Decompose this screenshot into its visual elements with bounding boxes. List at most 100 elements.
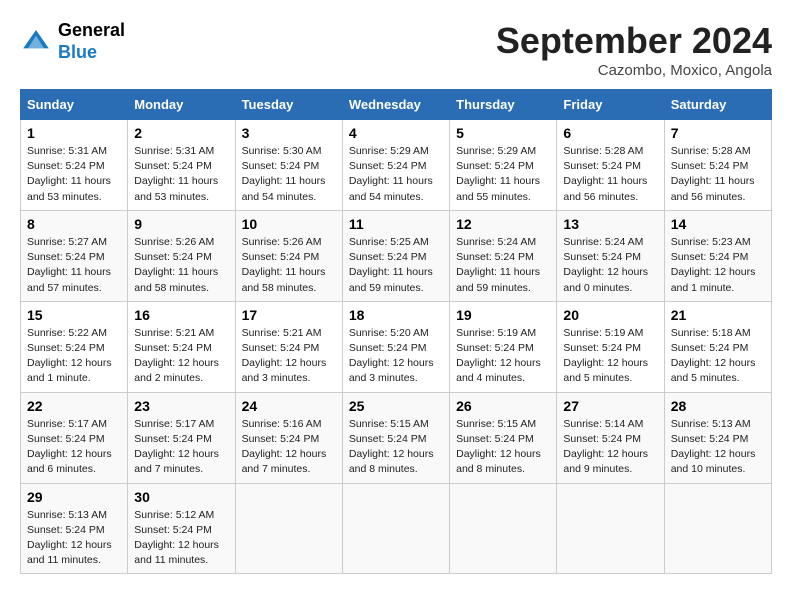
col-header-tuesday: Tuesday: [235, 90, 342, 120]
day-number: 18: [349, 307, 443, 323]
day-cell: 9Sunrise: 5:26 AM Sunset: 5:24 PM Daylig…: [128, 210, 235, 301]
logo-icon: [20, 26, 52, 58]
day-info: Sunrise: 5:13 AM Sunset: 5:24 PM Dayligh…: [671, 417, 765, 478]
day-cell: 5Sunrise: 5:29 AM Sunset: 5:24 PM Daylig…: [450, 120, 557, 211]
day-cell: 29 Sunrise: 5:13 AM Sunset: 5:24 PM Dayli…: [21, 483, 128, 574]
day-number: 17: [242, 307, 336, 323]
day-info: Sunrise: 5:17 AM Sunset: 5:24 PM Dayligh…: [134, 417, 228, 478]
col-header-sunday: Sunday: [21, 90, 128, 120]
day-cell: [557, 483, 664, 574]
day-number: 13: [563, 216, 657, 232]
day-info: Sunrise: 5:15 AM Sunset: 5:24 PM Dayligh…: [456, 417, 550, 478]
day-cell: 18 Sunrise: 5:20 AM Sunset: 5:24 PM Dayli…: [342, 301, 449, 392]
day-info: Sunrise: 5:20 AM Sunset: 5:24 PM Dayligh…: [349, 326, 443, 387]
day-cell: 26Sunrise: 5:15 AM Sunset: 5:24 PM Dayli…: [450, 392, 557, 483]
day-info: Sunrise: 5:30 AM Sunset: 5:24 PM Dayligh…: [242, 144, 336, 205]
day-info: Sunrise: 5:16 AM Sunset: 5:24 PM Dayligh…: [242, 417, 336, 478]
day-info: Sunrise: 5:15 AM Sunset: 5:24 PM Dayligh…: [349, 417, 443, 478]
month-title: September 2024: [496, 20, 772, 62]
day-cell: 12Sunrise: 5:24 AM Sunset: 5:24 PM Dayli…: [450, 210, 557, 301]
day-number: 23: [134, 398, 228, 414]
day-cell: 24 Sunrise: 5:16 AM Sunset: 5:24 PM Dayli…: [235, 392, 342, 483]
day-number: 27: [563, 398, 657, 414]
day-number: 25: [349, 398, 443, 414]
col-header-thursday: Thursday: [450, 90, 557, 120]
day-number: 8: [27, 216, 121, 232]
day-cell: [342, 483, 449, 574]
day-number: 22: [27, 398, 121, 414]
day-cell: 7Sunrise: 5:28 AM Sunset: 5:24 PM Daylig…: [664, 120, 771, 211]
week-row-3: 15 Sunrise: 5:22 AM Sunset: 5:24 PM Dayli…: [21, 301, 772, 392]
day-number: 6: [563, 125, 657, 141]
day-cell: 22 Sunrise: 5:17 AM Sunset: 5:24 PM Dayli…: [21, 392, 128, 483]
day-cell: 16Sunrise: 5:21 AM Sunset: 5:24 PM Dayli…: [128, 301, 235, 392]
day-cell: 30Sunrise: 5:12 AM Sunset: 5:24 PM Dayli…: [128, 483, 235, 574]
day-number: 1: [27, 125, 121, 141]
page-header: General Blue September 2024 Cazombo, Mox…: [20, 20, 772, 79]
logo-text: General Blue: [58, 20, 125, 63]
day-info: Sunrise: 5:19 AM Sunset: 5:24 PM Dayligh…: [563, 326, 657, 387]
day-info: Sunrise: 5:29 AM Sunset: 5:24 PM Dayligh…: [456, 144, 550, 205]
col-header-saturday: Saturday: [664, 90, 771, 120]
day-cell: 27 Sunrise: 5:14 AM Sunset: 5:24 PM Dayli…: [557, 392, 664, 483]
location: Cazombo, Moxico, Angola: [496, 62, 772, 79]
day-number: 15: [27, 307, 121, 323]
week-row-5: 29 Sunrise: 5:13 AM Sunset: 5:24 PM Dayli…: [21, 483, 772, 574]
col-header-friday: Friday: [557, 90, 664, 120]
week-row-2: 8Sunrise: 5:27 AM Sunset: 5:24 PM Daylig…: [21, 210, 772, 301]
day-number: 16: [134, 307, 228, 323]
day-cell: 21 Sunrise: 5:18 AM Sunset: 5:24 PM Dayli…: [664, 301, 771, 392]
day-number: 24: [242, 398, 336, 414]
day-number: 19: [456, 307, 550, 323]
day-info: Sunrise: 5:26 AM Sunset: 5:24 PM Dayligh…: [134, 235, 228, 296]
day-info: Sunrise: 5:24 AM Sunset: 5:24 PM Dayligh…: [563, 235, 657, 296]
day-info: Sunrise: 5:18 AM Sunset: 5:24 PM Dayligh…: [671, 326, 765, 387]
calendar-table: SundayMondayTuesdayWednesdayThursdayFrid…: [20, 89, 772, 574]
day-cell: 14 Sunrise: 5:23 AM Sunset: 5:24 PM Dayli…: [664, 210, 771, 301]
day-info: Sunrise: 5:13 AM Sunset: 5:24 PM Dayligh…: [27, 508, 121, 569]
day-number: 12: [456, 216, 550, 232]
day-cell: 8Sunrise: 5:27 AM Sunset: 5:24 PM Daylig…: [21, 210, 128, 301]
day-cell: 19 Sunrise: 5:19 AM Sunset: 5:24 PM Dayli…: [450, 301, 557, 392]
day-cell: 11 Sunrise: 5:25 AM Sunset: 5:24 PM Dayli…: [342, 210, 449, 301]
day-info: Sunrise: 5:25 AM Sunset: 5:24 PM Dayligh…: [349, 235, 443, 296]
day-info: Sunrise: 5:19 AM Sunset: 5:24 PM Dayligh…: [456, 326, 550, 387]
day-number: 14: [671, 216, 765, 232]
day-cell: 20 Sunrise: 5:19 AM Sunset: 5:24 PM Dayli…: [557, 301, 664, 392]
day-cell: [450, 483, 557, 574]
day-cell: 2 Sunrise: 5:31 AM Sunset: 5:24 PM Daylig…: [128, 120, 235, 211]
day-number: 2: [134, 125, 228, 141]
day-info: Sunrise: 5:31 AM Sunset: 5:24 PM Dayligh…: [134, 144, 228, 205]
day-info: Sunrise: 5:23 AM Sunset: 5:24 PM Dayligh…: [671, 235, 765, 296]
day-info: Sunrise: 5:21 AM Sunset: 5:24 PM Dayligh…: [242, 326, 336, 387]
day-cell: 28 Sunrise: 5:13 AM Sunset: 5:24 PM Dayli…: [664, 392, 771, 483]
day-cell: 17 Sunrise: 5:21 AM Sunset: 5:24 PM Dayli…: [235, 301, 342, 392]
week-row-4: 22 Sunrise: 5:17 AM Sunset: 5:24 PM Dayli…: [21, 392, 772, 483]
col-header-wednesday: Wednesday: [342, 90, 449, 120]
day-number: 21: [671, 307, 765, 323]
day-info: Sunrise: 5:17 AM Sunset: 5:24 PM Dayligh…: [27, 417, 121, 478]
day-cell: 4 Sunrise: 5:29 AM Sunset: 5:24 PM Daylig…: [342, 120, 449, 211]
day-info: Sunrise: 5:22 AM Sunset: 5:24 PM Dayligh…: [27, 326, 121, 387]
day-number: 29: [27, 489, 121, 505]
day-cell: 6 Sunrise: 5:28 AM Sunset: 5:24 PM Daylig…: [557, 120, 664, 211]
day-cell: 23 Sunrise: 5:17 AM Sunset: 5:24 PM Dayli…: [128, 392, 235, 483]
logo: General Blue: [20, 20, 125, 63]
day-info: Sunrise: 5:28 AM Sunset: 5:24 PM Dayligh…: [563, 144, 657, 205]
day-number: 28: [671, 398, 765, 414]
day-cell: [235, 483, 342, 574]
day-cell: 3Sunrise: 5:30 AM Sunset: 5:24 PM Daylig…: [235, 120, 342, 211]
day-number: 11: [349, 216, 443, 232]
day-info: Sunrise: 5:14 AM Sunset: 5:24 PM Dayligh…: [563, 417, 657, 478]
title-block: September 2024 Cazombo, Moxico, Angola: [496, 20, 772, 79]
day-info: Sunrise: 5:31 AM Sunset: 5:24 PM Dayligh…: [27, 144, 121, 205]
week-row-1: 1 Sunrise: 5:31 AM Sunset: 5:24 PM Daylig…: [21, 120, 772, 211]
day-number: 10: [242, 216, 336, 232]
day-number: 7: [671, 125, 765, 141]
day-info: Sunrise: 5:29 AM Sunset: 5:24 PM Dayligh…: [349, 144, 443, 205]
day-number: 20: [563, 307, 657, 323]
day-cell: 25 Sunrise: 5:15 AM Sunset: 5:24 PM Dayli…: [342, 392, 449, 483]
day-number: 30: [134, 489, 228, 505]
day-cell: 13 Sunrise: 5:24 AM Sunset: 5:24 PM Dayli…: [557, 210, 664, 301]
day-number: 4: [349, 125, 443, 141]
